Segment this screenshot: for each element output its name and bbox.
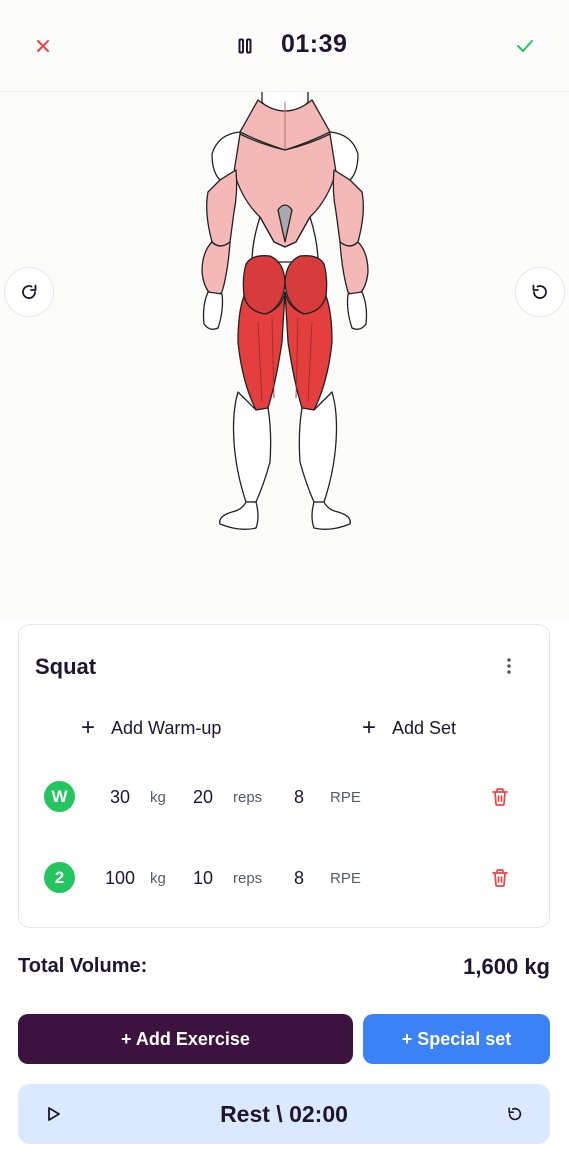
reps-unit: reps	[233, 789, 263, 806]
weight-input[interactable]: 30	[101, 787, 139, 808]
rotate-ccw-icon[interactable]	[515, 267, 565, 317]
set-badge[interactable]: W	[44, 781, 75, 812]
weight-input[interactable]: 100	[101, 868, 139, 889]
plus-icon: +	[362, 714, 377, 741]
right-upper-arm	[332, 169, 364, 247]
rest-label: Rest \ 02:00	[220, 1101, 348, 1127]
rest-timer-bar: Rest \ 02:00	[18, 1084, 550, 1144]
exercise-name: Squat	[35, 654, 97, 679]
left-upper-arm	[206, 169, 238, 247]
close-icon[interactable]	[32, 35, 54, 57]
rotate-cw-icon[interactable]	[4, 267, 54, 317]
set-badge[interactable]: 2	[44, 862, 75, 893]
rpe-unit: RPE	[330, 870, 361, 887]
rpe-input[interactable]: 8	[281, 787, 317, 808]
check-icon[interactable]	[513, 35, 537, 57]
right-forearm	[339, 241, 369, 299]
add-warmup-button[interactable]: + Add Warm-up	[81, 713, 221, 743]
left-calf	[232, 391, 272, 503]
reps-input[interactable]: 10	[184, 868, 222, 889]
trash-icon[interactable]	[489, 866, 511, 890]
set-row: 2 100 kg 10 reps 8 RPE	[19, 858, 551, 898]
left-foot	[219, 501, 259, 530]
reps-input[interactable]: 20	[184, 787, 222, 808]
exercise-card: Squat + Add Warm-up + Add Set W 30 kg 20…	[18, 624, 550, 928]
muscle-map	[0, 92, 569, 622]
total-volume-label: Total Volume:	[18, 955, 148, 977]
right-hand	[346, 291, 368, 330]
pause-icon[interactable]	[234, 36, 256, 56]
human-body-back-figure	[201, 92, 369, 530]
top-bar: 01:39	[0, 0, 569, 92]
right-calf	[298, 391, 338, 503]
trash-icon[interactable]	[489, 785, 511, 809]
reps-unit: reps	[233, 870, 263, 887]
left-forearm	[201, 241, 231, 299]
add-set-label: Add Set	[392, 717, 457, 738]
weight-unit: kg	[150, 870, 166, 887]
add-warmup-label: Add Warm-up	[111, 717, 222, 738]
reset-icon[interactable]	[504, 1103, 526, 1125]
add-exercise-button[interactable]: + Add Exercise	[18, 1014, 353, 1064]
left-hand	[202, 291, 224, 330]
rpe-unit: RPE	[330, 789, 361, 806]
plus-icon: +	[81, 714, 96, 741]
workout-timer: 01:39	[281, 30, 348, 58]
rpe-input[interactable]: 8	[281, 868, 317, 889]
add-set-button[interactable]: + Add Set	[362, 713, 456, 743]
right-foot	[311, 501, 351, 530]
total-volume-value: 1,600 kg	[463, 954, 550, 979]
special-set-button[interactable]: + Special set	[363, 1014, 550, 1064]
set-row: W 30 kg 20 reps 8 RPE	[19, 777, 551, 817]
more-vertical-icon[interactable]	[499, 655, 519, 677]
weight-unit: kg	[150, 789, 166, 806]
